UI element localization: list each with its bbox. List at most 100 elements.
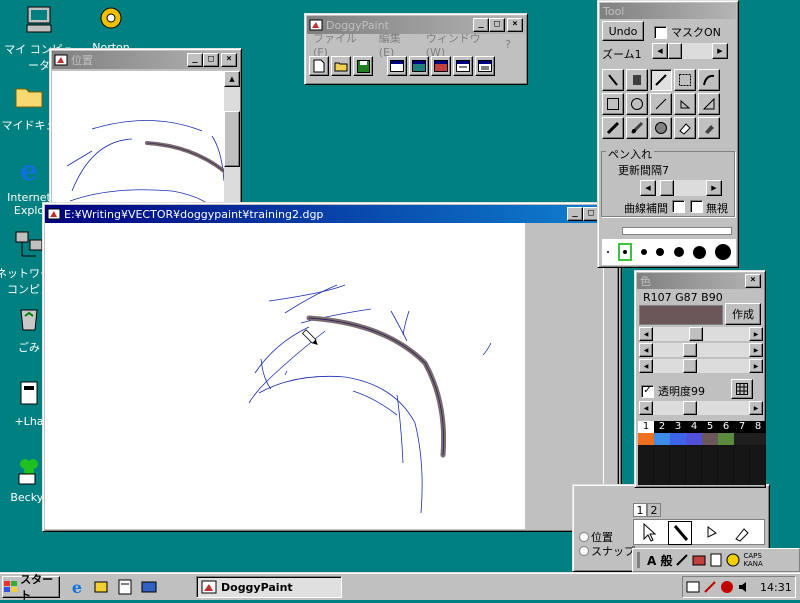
close-button[interactable]: × (507, 18, 523, 32)
ime-mode-text[interactable]: A 般 (647, 552, 672, 569)
pen-size-option[interactable] (693, 245, 707, 259)
scroll-left-button[interactable]: ◀ (639, 327, 653, 341)
start-button[interactable]: スタート (2, 573, 60, 602)
pen-size-option[interactable] (641, 249, 648, 255)
window1-button[interactable] (387, 56, 407, 76)
palette-swatch-1[interactable] (638, 433, 654, 445)
window2-button[interactable] (409, 56, 429, 76)
palette-swatch-7[interactable] (734, 433, 750, 445)
open-button[interactable] (331, 56, 351, 76)
scroll-right-button[interactable]: ▶ (749, 327, 763, 341)
maximize-button[interactable]: □ (203, 53, 219, 67)
curve-tool[interactable] (698, 69, 720, 91)
mask-toggle[interactable]: マスクON (654, 24, 721, 40)
green-slider[interactable]: ◀ ▶ (639, 343, 763, 357)
create-button[interactable]: 作成 (725, 303, 761, 325)
desktop-icon-norton[interactable]: Norton (76, 4, 146, 54)
window5-button[interactable] (475, 56, 495, 76)
palette-empty-rows[interactable] (638, 447, 766, 485)
opacity-slider[interactable]: ◀ ▶ (639, 401, 763, 415)
scroll-left-button[interactable]: ◀ (640, 180, 656, 196)
triangle-tool[interactable] (698, 93, 720, 115)
slider-thumb[interactable] (683, 343, 697, 357)
zoom-slider[interactable]: ◀ ▶ (652, 43, 728, 59)
arrow-cursor-icon[interactable] (638, 521, 662, 545)
layer-tab-1[interactable]: 1 (633, 503, 647, 517)
smudge-tool[interactable] (626, 117, 648, 139)
position-vscroll[interactable]: ▲ (224, 71, 240, 205)
scroll-left-button[interactable]: ◀ (639, 401, 653, 415)
fill-tool[interactable] (650, 117, 672, 139)
scroll-left-button[interactable]: ◀ (652, 43, 668, 59)
undo-button[interactable]: Undo (602, 21, 644, 41)
curve-checkbox[interactable] (672, 200, 685, 213)
scroll-up-button[interactable]: ▲ (224, 71, 240, 87)
ime-tool-icon[interactable] (675, 553, 689, 567)
position-preview[interactable] (52, 71, 224, 205)
scroll-thumb[interactable] (224, 111, 240, 167)
scheduler-icon[interactable] (686, 580, 700, 594)
radio-button[interactable] (579, 532, 589, 542)
palette-swatch-8[interactable] (750, 433, 766, 445)
palette-swatch-4[interactable] (686, 433, 702, 445)
slider-thumb[interactable] (683, 359, 697, 373)
rect-tool[interactable] (602, 93, 624, 115)
select-tool[interactable] (674, 69, 696, 91)
ime-dictionary-icon[interactable] (709, 553, 723, 567)
pen-size-option[interactable] (715, 244, 732, 260)
ime-pad-icon[interactable] (692, 553, 706, 567)
notepad-icon[interactable] (116, 578, 134, 596)
snap-radio[interactable]: スナップ (579, 543, 635, 559)
internet-explorer-icon[interactable]: e (68, 578, 86, 596)
minimize-button[interactable]: _ (567, 207, 583, 221)
slider-thumb[interactable] (683, 401, 697, 415)
stamp-tool[interactable] (698, 117, 720, 139)
scroll-right-button[interactable]: ▶ (706, 180, 722, 196)
pen-cursor-icon[interactable] (668, 521, 692, 545)
new-button[interactable] (309, 56, 329, 76)
close-button[interactable]: × (221, 53, 237, 67)
scroll-thumb[interactable] (603, 241, 619, 491)
taskbar-task-doggypaint[interactable]: DoggyPaint (196, 576, 342, 598)
color-titlebar[interactable]: 色 × (637, 273, 763, 289)
disable-checkbox[interactable] (690, 200, 703, 213)
minimize-button[interactable]: _ (187, 53, 203, 67)
clock[interactable]: 14:31 (760, 581, 792, 594)
maximize-button[interactable]: □ (489, 18, 505, 32)
drawing-canvas[interactable] (45, 223, 525, 529)
line-tool[interactable] (650, 93, 672, 115)
pen-size-option-selected[interactable] (617, 243, 632, 261)
volume-icon[interactable] (737, 580, 751, 594)
mask-checkbox[interactable] (654, 25, 667, 39)
slider-thumb[interactable] (660, 180, 674, 196)
airbrush-tool[interactable] (602, 117, 624, 139)
antivirus-icon[interactable] (720, 580, 734, 594)
polygon-tool[interactable] (674, 93, 696, 115)
window4-button[interactable] (453, 56, 473, 76)
pen-size-option[interactable] (606, 251, 609, 253)
scroll-right-button[interactable]: ▶ (749, 359, 763, 373)
pen-size-option[interactable] (656, 248, 665, 256)
scroll-left-button[interactable]: ◀ (639, 343, 653, 357)
scroll-right-button[interactable]: ▶ (749, 343, 763, 357)
close-button[interactable]: × (745, 274, 761, 288)
radio-button[interactable] (579, 546, 589, 556)
pen-tool-icon[interactable] (730, 521, 754, 545)
outlook-express-icon[interactable] (92, 578, 110, 596)
pen-tray-icon[interactable] (703, 580, 717, 594)
red-slider[interactable]: ◀ ▶ (639, 327, 763, 341)
layer-tab-2[interactable]: 2 (647, 503, 661, 517)
pencil-tool[interactable] (602, 69, 624, 91)
palette-swatch-6[interactable] (718, 433, 734, 445)
tool-titlebar[interactable]: Tool (600, 3, 736, 19)
grid-button[interactable] (731, 379, 753, 399)
opacity-checkbox[interactable]: ✓ (641, 384, 654, 398)
ime-help-icon[interactable] (726, 553, 740, 567)
ellipse-tool[interactable] (626, 93, 648, 115)
palette-swatch-2[interactable] (654, 433, 670, 445)
arrow-tool-icon[interactable] (700, 521, 724, 545)
palette-swatch-5[interactable] (702, 433, 718, 445)
eraser-tool[interactable] (674, 117, 696, 139)
document-titlebar[interactable]: E:¥Writing¥VECTOR¥doggypaint¥training2.d… (45, 205, 619, 223)
pen-tool[interactable] (650, 69, 672, 91)
